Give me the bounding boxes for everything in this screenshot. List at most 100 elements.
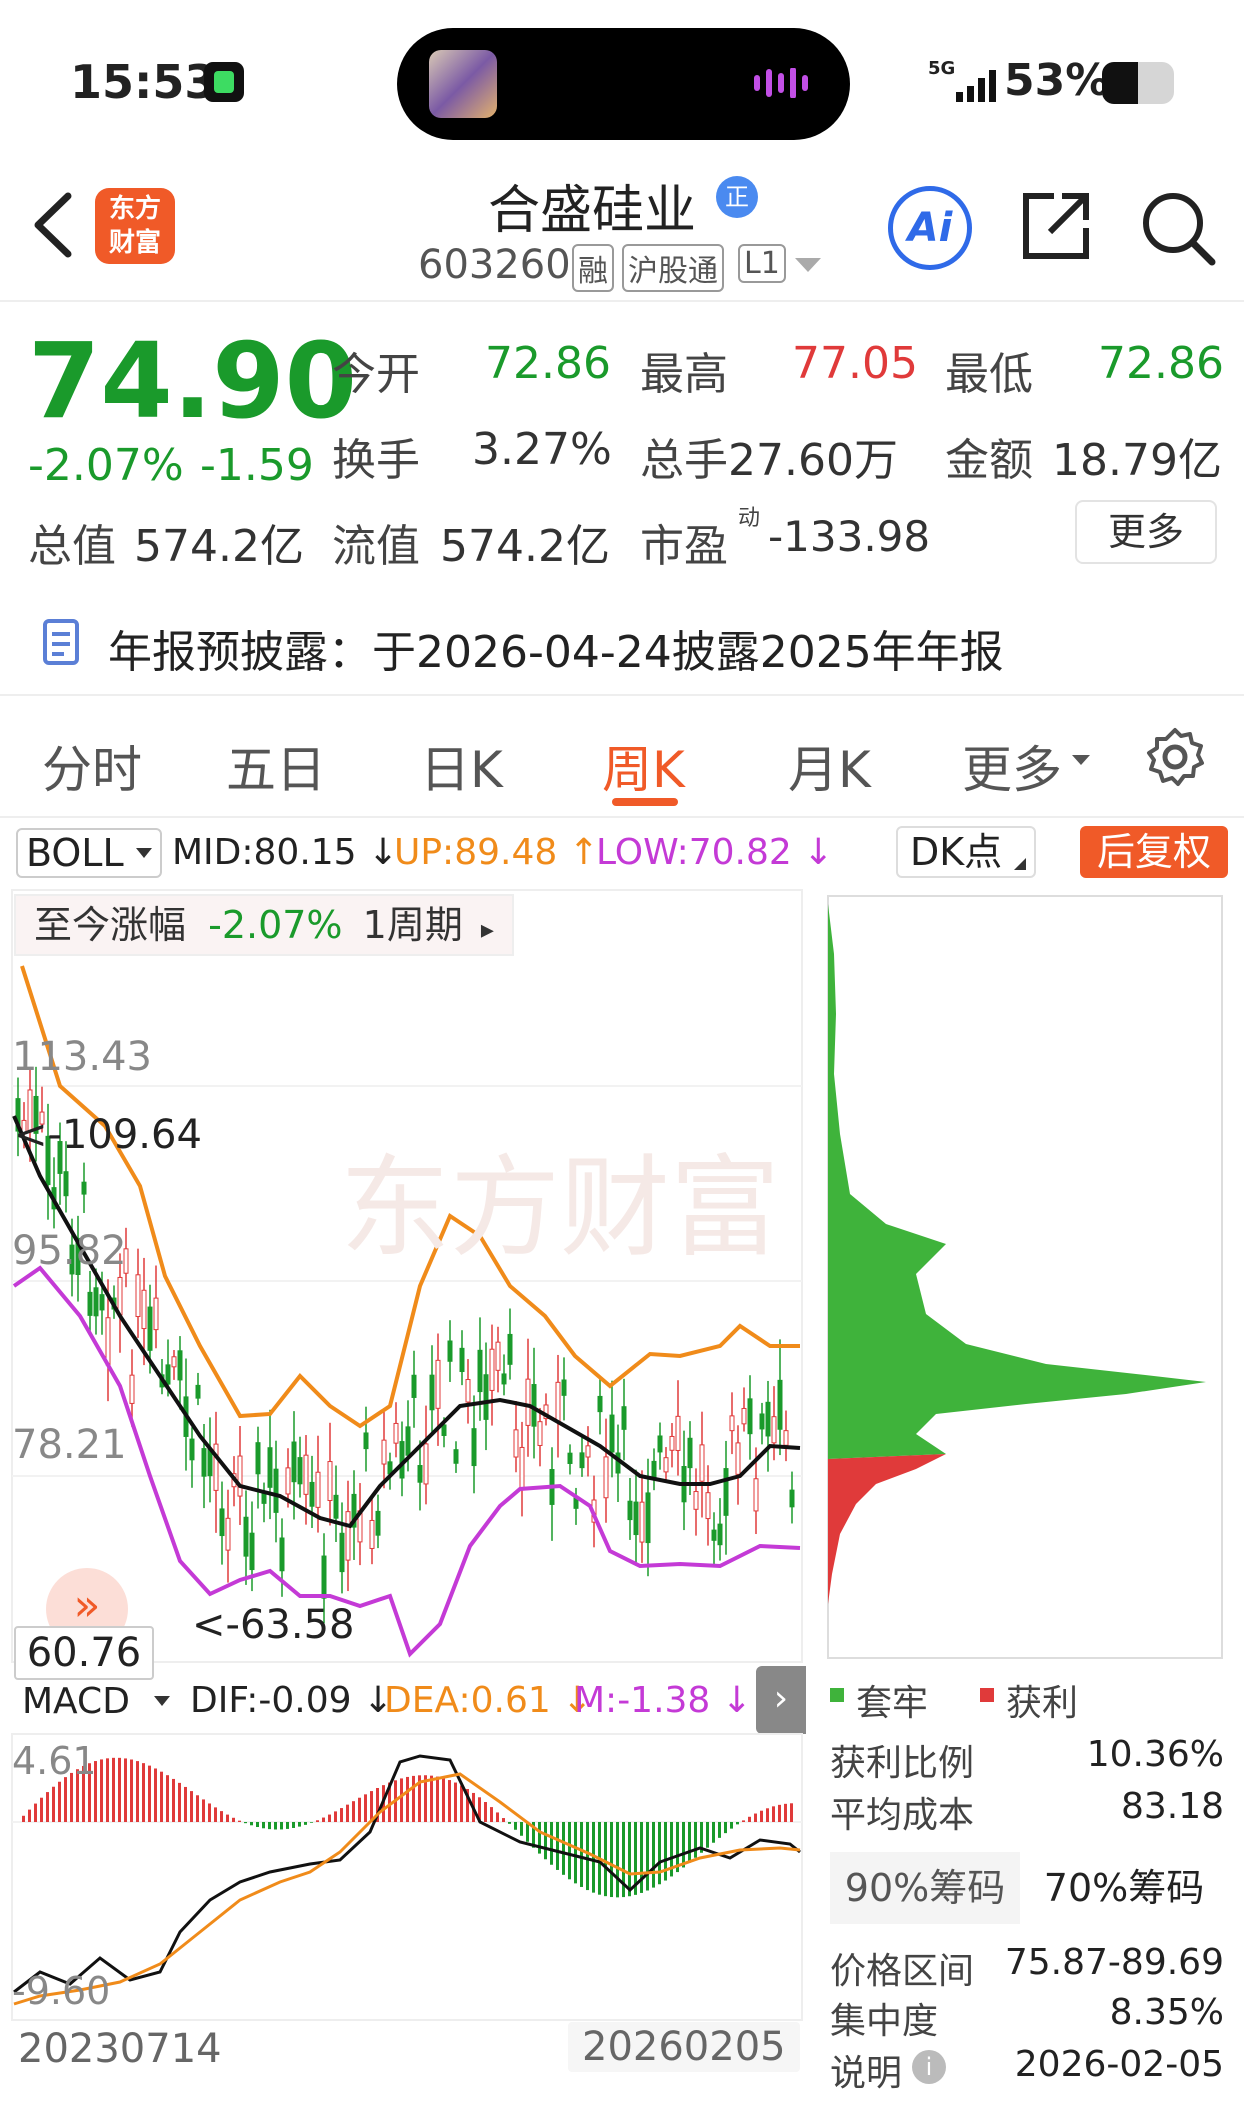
legend-profit: 获利 xyxy=(1006,1683,1079,1724)
candle-body xyxy=(429,1374,435,1411)
battery-icon xyxy=(1102,62,1174,104)
candle-body xyxy=(153,1297,159,1331)
macd-dea: DEA:0.61 ↓ xyxy=(384,1680,593,1721)
candle-body xyxy=(513,1429,519,1458)
macd-bar xyxy=(496,1812,499,1822)
macd-chart[interactable]: 4.61 -9.60 xyxy=(0,1732,806,2022)
candle-body xyxy=(411,1374,417,1398)
candle-body xyxy=(507,1333,513,1365)
change-abs: -1.59 xyxy=(200,440,314,491)
chip-distribution-chart[interactable] xyxy=(826,894,1224,1660)
macd-bar xyxy=(766,1808,769,1822)
notice-text[interactable]: 年报预披露：于2026-04-24披露2025年年报 xyxy=(108,616,1004,680)
section-divider xyxy=(0,694,1244,696)
candle-body xyxy=(723,1468,729,1516)
period-change-box[interactable]: 至今涨幅 -2.07% 1周期 ▸ xyxy=(14,894,514,956)
boll-low: LOW:70.82 ↓ xyxy=(596,832,834,873)
pe-sup: 动 xyxy=(738,506,761,531)
macd-bar xyxy=(400,1778,403,1822)
ai-button[interactable]: Ai xyxy=(888,186,972,270)
period-label: 至今涨幅 xyxy=(34,903,187,947)
y-label-mid: 95.82 xyxy=(12,1228,127,1274)
turnover-value: 3.27% xyxy=(472,424,612,475)
volume-label: 总手 xyxy=(640,435,728,486)
settings-gear-icon[interactable] xyxy=(1144,726,1206,792)
macd-bar xyxy=(232,1817,235,1822)
candle-body xyxy=(651,1460,657,1478)
tab-rik[interactable]: 日K xyxy=(420,730,503,802)
boll-select[interactable]: BOLL xyxy=(16,828,162,878)
candle-body xyxy=(525,1378,531,1426)
candle-body xyxy=(129,1374,135,1404)
candle-body xyxy=(105,1317,111,1366)
macd-bar xyxy=(58,1781,61,1822)
dynamic-island[interactable] xyxy=(397,28,850,140)
macd-bar xyxy=(316,1820,319,1822)
tab-more[interactable]: 更多 xyxy=(962,730,1062,802)
kline-chart[interactable]: 东方财富 113.43 95.82 78.21 <-109.64 <-63.58 xyxy=(0,886,806,1666)
macd-bar xyxy=(574,1822,577,1884)
chip-tab-70[interactable]: 70%筹码 xyxy=(1024,1852,1224,1924)
dk-button[interactable]: DK点 xyxy=(896,826,1036,878)
macd-bar xyxy=(64,1777,67,1822)
back-button[interactable] xyxy=(28,190,78,264)
tab-zhouk[interactable]: 周K xyxy=(602,730,685,802)
collapse-panel-button[interactable]: › xyxy=(756,1666,806,1734)
pe-value: -133.98 xyxy=(768,512,931,561)
macd-bar xyxy=(610,1822,613,1898)
range-label: 价格区间 xyxy=(830,1951,975,1992)
chip-tab-90[interactable]: 90%筹码 xyxy=(830,1852,1020,1924)
share-icon[interactable] xyxy=(1020,190,1092,266)
candle-body xyxy=(297,1457,303,1485)
open-label: 今开 xyxy=(332,349,420,400)
candle-body xyxy=(687,1437,693,1469)
candle-body xyxy=(171,1356,177,1368)
macd-bar xyxy=(784,1803,787,1822)
more-button[interactable]: 更多 xyxy=(1075,500,1217,564)
battery-percent: 53% xyxy=(1004,55,1110,106)
candle-body xyxy=(147,1306,153,1351)
candle-body xyxy=(453,1449,459,1464)
macd-bar xyxy=(436,1776,439,1822)
high-marker: <-109.64 xyxy=(14,1112,202,1158)
candle-body xyxy=(321,1555,327,1599)
macd-bar xyxy=(172,1778,175,1822)
macd-bar xyxy=(454,1782,457,1822)
boll-mid: MID:80.15 ↓ xyxy=(172,832,399,873)
macd-bar xyxy=(310,1822,313,1823)
candle-body xyxy=(789,1489,795,1508)
tab-wuri[interactable]: 五日 xyxy=(226,730,326,802)
tag-margin: 融 xyxy=(572,244,614,292)
tab-fenshi[interactable]: 分时 xyxy=(42,730,142,802)
macd-bar xyxy=(628,1822,631,1897)
macd-bar xyxy=(22,1815,25,1822)
macd-bar xyxy=(184,1786,187,1822)
caret-down-icon[interactable] xyxy=(795,258,821,278)
macd-bar xyxy=(118,1757,121,1822)
macd-select[interactable]: MACD xyxy=(16,1680,184,1726)
chip-profit-area xyxy=(828,1454,946,1604)
macd-bar xyxy=(274,1822,277,1830)
macd-bar xyxy=(748,1816,751,1822)
tab-yuek[interactable]: 月K xyxy=(788,730,871,802)
search-icon[interactable] xyxy=(1140,190,1216,270)
candle-body xyxy=(195,1384,201,1399)
candle-body xyxy=(711,1529,717,1541)
macd-bar xyxy=(244,1822,247,1824)
candle-body xyxy=(633,1501,639,1536)
macd-bar xyxy=(550,1822,553,1865)
info-icon[interactable]: i xyxy=(912,2050,946,2084)
tab-more-caret-icon xyxy=(1072,752,1090,771)
macd-bottom-label: -9.60 xyxy=(12,1969,110,2013)
macd-bar xyxy=(652,1822,655,1888)
candle-body xyxy=(423,1443,429,1485)
audio-wave-icon xyxy=(752,67,812,99)
macd-bar xyxy=(772,1806,775,1822)
candle-body xyxy=(219,1508,225,1537)
candle-body xyxy=(519,1446,525,1490)
macd-bar xyxy=(40,1797,43,1822)
macd-bar xyxy=(448,1780,451,1822)
restore-button[interactable]: 后复权 xyxy=(1080,826,1228,878)
header-divider xyxy=(0,300,1244,302)
amount-label: 金额 xyxy=(945,435,1033,486)
